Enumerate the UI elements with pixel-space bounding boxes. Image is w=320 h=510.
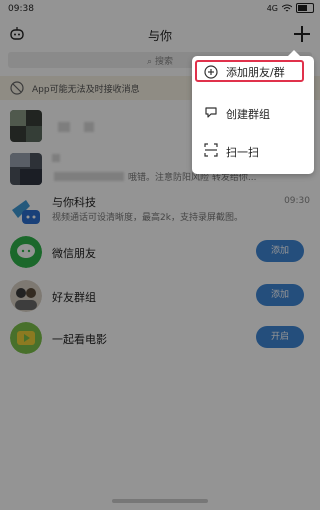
menu-scan[interactable]: 扫一扫 (192, 134, 314, 168)
group-chat-icon (205, 107, 217, 118)
menu-label: 创建群组 (226, 108, 270, 121)
menu-create-group[interactable]: 创建群组 (192, 96, 314, 130)
menu-label: 扫一扫 (226, 146, 259, 159)
system-nav-bar (0, 492, 320, 510)
home-indicator[interactable] (112, 499, 208, 503)
highlight-box (195, 60, 304, 82)
scan-icon (204, 143, 218, 157)
